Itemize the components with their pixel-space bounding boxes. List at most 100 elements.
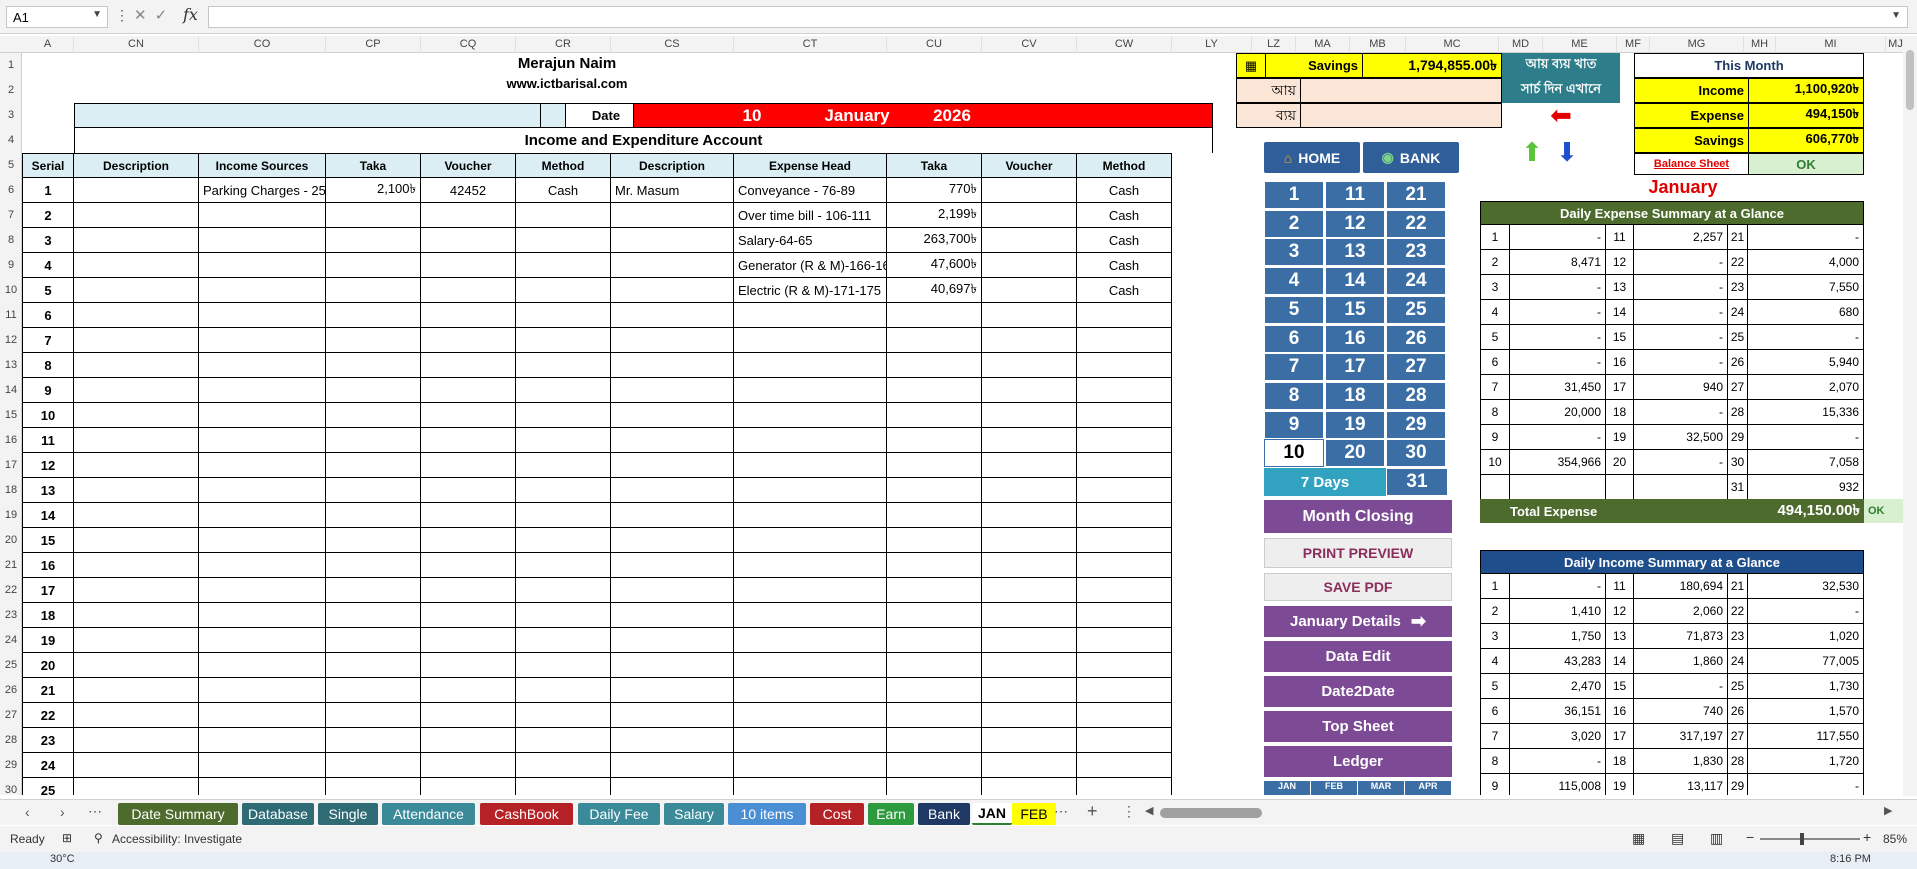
table-cell[interactable] bbox=[1077, 503, 1172, 528]
table-cell[interactable] bbox=[74, 553, 199, 578]
table-cell[interactable] bbox=[199, 528, 326, 553]
table-cell[interactable] bbox=[982, 603, 1077, 628]
table-cell[interactable] bbox=[611, 628, 734, 653]
month-tab[interactable]: JAN bbox=[1264, 781, 1310, 795]
table-cell[interactable] bbox=[1077, 303, 1172, 328]
page-break-icon[interactable]: ▥ bbox=[1710, 830, 1723, 847]
sheet-tab[interactable]: Single bbox=[318, 803, 378, 825]
row-header[interactable]: 19 bbox=[0, 509, 22, 521]
table-cell[interactable] bbox=[887, 628, 982, 653]
table-cell[interactable]: 42452 bbox=[421, 178, 516, 203]
day-button[interactable]: 29 bbox=[1386, 410, 1446, 439]
arrow-down-icon[interactable]: ⬇ bbox=[1547, 133, 1587, 171]
table-cell[interactable] bbox=[326, 203, 421, 228]
table-cell[interactable] bbox=[421, 453, 516, 478]
table-cell[interactable] bbox=[887, 428, 982, 453]
sheet-tab[interactable]: Daily Fee bbox=[578, 803, 660, 825]
table-cell[interactable] bbox=[74, 703, 199, 728]
table-cell[interactable] bbox=[982, 678, 1077, 703]
column-header[interactable]: MI bbox=[1776, 36, 1886, 53]
table-cell[interactable] bbox=[421, 278, 516, 303]
column-header[interactable]: CT bbox=[734, 36, 887, 53]
month-details-button[interactable]: January Details ➡ bbox=[1264, 606, 1452, 637]
table-cell[interactable] bbox=[74, 628, 199, 653]
table-cell[interactable] bbox=[421, 353, 516, 378]
table-cell[interactable] bbox=[516, 553, 611, 578]
table-cell[interactable] bbox=[887, 328, 982, 353]
income-search-input[interactable] bbox=[1300, 78, 1502, 103]
sheet-tab[interactable]: CashBook bbox=[480, 803, 573, 825]
table-cell[interactable] bbox=[326, 503, 421, 528]
zoom-out-icon[interactable]: − bbox=[1746, 829, 1754, 845]
row-header[interactable]: 21 bbox=[0, 559, 22, 571]
table-cell[interactable] bbox=[982, 553, 1077, 578]
column-header[interactable]: CW bbox=[1077, 36, 1172, 53]
zoom-in-icon[interactable]: + bbox=[1863, 829, 1871, 845]
column-header[interactable]: MC bbox=[1406, 36, 1499, 53]
sheet-tab[interactable]: JAN bbox=[972, 803, 1012, 825]
table-cell[interactable] bbox=[611, 603, 734, 628]
table-cell[interactable] bbox=[326, 728, 421, 753]
table-cell[interactable] bbox=[74, 228, 199, 253]
table-cell[interactable] bbox=[887, 678, 982, 703]
table-cell[interactable] bbox=[74, 653, 199, 678]
table-cell[interactable] bbox=[421, 703, 516, 728]
column-header[interactable]: ME bbox=[1543, 36, 1617, 53]
day-button[interactable]: 11 bbox=[1325, 181, 1385, 209]
month-closing-button[interactable]: Month Closing bbox=[1264, 500, 1452, 533]
table-cell[interactable]: Mr. Masum bbox=[611, 178, 734, 203]
ledger-button[interactable]: Ledger bbox=[1264, 746, 1452, 777]
sheet-tab[interactable]: Attendance bbox=[382, 803, 475, 825]
table-cell[interactable] bbox=[611, 578, 734, 603]
table-cell[interactable] bbox=[611, 428, 734, 453]
table-cell[interactable]: Cash bbox=[1077, 203, 1172, 228]
table-cell[interactable] bbox=[199, 453, 326, 478]
table-cell[interactable] bbox=[516, 253, 611, 278]
table-cell[interactable] bbox=[199, 603, 326, 628]
table-cell[interactable] bbox=[611, 228, 734, 253]
column-header[interactable]: CV bbox=[982, 36, 1077, 53]
horizontal-scroll-thumb[interactable] bbox=[1160, 808, 1262, 818]
table-cell[interactable] bbox=[516, 753, 611, 778]
table-cell[interactable] bbox=[516, 478, 611, 503]
table-cell[interactable] bbox=[421, 203, 516, 228]
day-button[interactable]: 17 bbox=[1325, 353, 1385, 382]
month-tab[interactable]: MAR bbox=[1358, 781, 1404, 795]
table-cell[interactable] bbox=[611, 778, 734, 795]
day-button[interactable]: 28 bbox=[1386, 381, 1446, 410]
day-button[interactable]: 23 bbox=[1386, 238, 1446, 267]
next-sheet-icon[interactable]: › bbox=[60, 804, 65, 820]
table-cell[interactable] bbox=[734, 378, 887, 403]
serial-cell[interactable]: 25 bbox=[22, 778, 74, 795]
table-cell[interactable] bbox=[516, 203, 611, 228]
day-button[interactable]: 21 bbox=[1386, 181, 1446, 209]
table-cell[interactable] bbox=[199, 328, 326, 353]
table-cell[interactable] bbox=[516, 578, 611, 603]
column-header[interactable]: CS bbox=[611, 36, 734, 53]
table-cell[interactable]: 263,700৳ bbox=[887, 228, 982, 253]
row-header[interactable]: 22 bbox=[0, 584, 22, 596]
page-layout-icon[interactable]: ▤ bbox=[1671, 830, 1684, 847]
table-cell[interactable] bbox=[1077, 328, 1172, 353]
table-cell[interactable]: Parking Charges - 252 bbox=[199, 178, 326, 203]
table-cell[interactable] bbox=[887, 753, 982, 778]
table-cell[interactable] bbox=[74, 578, 199, 603]
day-button[interactable]: 9 bbox=[1264, 410, 1324, 439]
table-cell[interactable] bbox=[611, 753, 734, 778]
table-cell[interactable]: 2,100৳ bbox=[326, 178, 421, 203]
sheet-tab[interactable]: Earn bbox=[868, 803, 914, 825]
row-header[interactable]: 28 bbox=[0, 734, 22, 746]
column-header[interactable]: MB bbox=[1350, 36, 1406, 53]
serial-cell[interactable]: 22 bbox=[22, 703, 74, 728]
table-cell[interactable] bbox=[326, 678, 421, 703]
print-preview-button[interactable]: PRINT PREVIEW bbox=[1264, 538, 1452, 568]
table-cell[interactable] bbox=[516, 278, 611, 303]
row-header[interactable]: 26 bbox=[0, 684, 22, 696]
sheet-tab[interactable]: Date Summary bbox=[118, 803, 238, 825]
accessibility-status[interactable]: Accessibility: Investigate bbox=[112, 832, 242, 846]
table-cell[interactable] bbox=[421, 428, 516, 453]
table-cell[interactable] bbox=[734, 703, 887, 728]
scroll-left-icon[interactable]: ◀ bbox=[1145, 804, 1153, 817]
table-cell[interactable] bbox=[421, 378, 516, 403]
table-cell[interactable] bbox=[199, 678, 326, 703]
